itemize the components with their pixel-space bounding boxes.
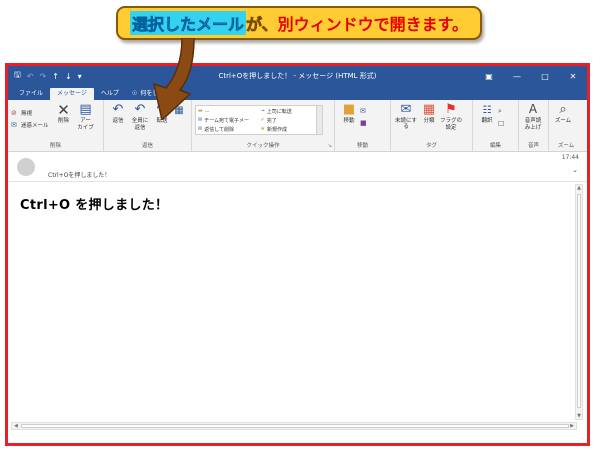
lightbulb-icon: ☉ <box>131 90 138 97</box>
instruction-callout: 選択したメール が、 別ウィンドウで開きます。 <box>116 6 482 40</box>
group-label-edit: 編集 <box>489 143 501 149</box>
archive-icon: ▤ <box>79 101 92 117</box>
forward-small-icon: → <box>260 108 265 114</box>
group-label-delete: 削除 <box>49 143 61 149</box>
message-header: Ctrl+Oを押しました！ 17:44 ⌄ <box>8 152 587 182</box>
select-icon[interactable]: ☐ <box>498 120 504 128</box>
translate-icon: ☷ <box>482 104 492 116</box>
scroll-up-icon[interactable]: ▲ <box>576 185 582 191</box>
chevron-down-icon[interactable]: ⌄ <box>572 166 578 174</box>
quick-step-create-new[interactable]: ★ 新規作成 <box>261 125 321 133</box>
dialog-launcher-icon[interactable]: ↘ <box>328 143 332 149</box>
check-icon: ✓ <box>260 117 265 123</box>
find-icon[interactable]: ⌕ <box>498 107 504 116</box>
pointer-arrow <box>152 38 195 120</box>
read-aloud-icon: A <box>528 102 538 117</box>
previous-item-icon[interactable]: ↑ <box>52 72 59 81</box>
junk-icon: ✉ <box>11 121 17 129</box>
group-label-tags: タグ <box>425 143 437 149</box>
group-move: ■ 移動 ✉ ■ 移動 <box>335 100 391 151</box>
group-edit: ☷ 翻訳 ⌕ ☐ 編集 <box>473 100 519 151</box>
group-zoom: ⌕ ズーム ズーム <box>549 100 583 151</box>
group-quick-steps: ▬... → 上司に転送 ✉ チーム宛て電子メー ✓ 完了 ✉ 返信して削除 ★ 新規作成… <box>192 100 335 151</box>
lightning-icon: ★ <box>260 126 265 132</box>
categorize-icon: ▦ <box>422 101 436 117</box>
message-subject: Ctrl+Oを押しました！ <box>48 172 111 179</box>
close-icon[interactable]: ✕ <box>559 72 587 81</box>
group-label-move: 移動 <box>356 143 368 149</box>
tab-message[interactable]: メッセージ <box>50 88 94 100</box>
redo-icon[interactable]: ↷ <box>40 72 47 81</box>
callout-red-text: 別ウィンドウで開きます。 <box>277 15 469 34</box>
hscroll-thumb[interactable] <box>21 424 569 428</box>
next-item-icon[interactable]: ↓ <box>65 72 72 81</box>
quick-step-done[interactable]: ✓ 完了 <box>261 116 321 124</box>
message-body-text: Ctrl+O を押しました！ <box>20 198 169 213</box>
group-delete: ⊘ 無視 ✉ 迷惑メール ✕ 削除 ▤ アー カイブ 削除 <box>8 100 104 151</box>
reply-icon: ↶ <box>112 101 124 117</box>
quick-steps-gallery: ▬... → 上司に転送 ✉ チーム宛て電子メー ✓ 完了 ✉ 返信して削除 ★ 新規作成 <box>195 105 323 135</box>
minimize-icon[interactable]: — <box>503 72 531 81</box>
ribbon-tabs: ファイル メッセージ ヘルプ ☉ 何をしますか <box>8 86 587 100</box>
group-label-respond: 返信 <box>141 143 153 149</box>
ribbon-display-icon[interactable]: ▣ <box>475 72 503 81</box>
save-icon[interactable]: 🖫 <box>14 69 21 83</box>
scroll-right-icon[interactable]: ▶ <box>570 423 574 430</box>
ignore-button[interactable]: ⊘ 無視 <box>11 109 49 117</box>
scroll-thumb[interactable] <box>577 194 581 408</box>
group-label-quick-steps: クイック操作 <box>246 143 280 149</box>
reply-delete-icon: ✉ <box>198 126 203 132</box>
tab-help[interactable]: ヘルプ <box>94 88 126 100</box>
ribbon: ⊘ 無視 ✉ 迷惑メール ✕ 削除 ▤ アー カイブ 削除 ↶ 返信 ↶ 全員に… <box>8 100 587 152</box>
magnifier-icon: ⌕ <box>559 101 567 117</box>
envelope-icon: ✉ <box>400 101 412 117</box>
maximize-icon[interactable]: □ <box>531 72 559 81</box>
message-time: 17:44 <box>561 154 579 161</box>
rules-icon[interactable]: ✉ <box>360 107 367 115</box>
quick-access-toolbar: 🖫 ↶ ↷ ↑ ↓ ▾ <box>8 69 118 83</box>
group-speech: A 音声読 み上げ 音声 <box>519 100 549 151</box>
scroll-left-icon[interactable]: ◀ <box>14 423 18 430</box>
quick-steps-scroll[interactable] <box>316 106 322 134</box>
reply-all-icon: ↶ <box>134 101 146 117</box>
title-bar: 🖫 ↶ ↷ ↑ ↓ ▾ Ctrl+Oを押しました！ - メッセージ (HTML … <box>8 66 587 86</box>
tab-file[interactable]: ファイル <box>12 88 50 100</box>
flag-icon: ⚑ <box>445 101 457 117</box>
group-label-zoom: ズーム <box>557 143 575 149</box>
onenote-icon[interactable]: ■ <box>360 119 367 127</box>
customize-qat-icon[interactable]: ▾ <box>78 72 82 81</box>
quick-step-reply-delete[interactable]: ✉ 返信して削除 <box>198 125 258 133</box>
message-window: 🖫 ↶ ↷ ↑ ↓ ▾ Ctrl+Oを押しました！ - メッセージ (HTML … <box>5 63 590 446</box>
message-body: Ctrl+O を押しました！ ▲ ▼ ◀ ▶ <box>8 182 587 433</box>
callout-highlight: 選択したメール <box>129 11 246 35</box>
ignore-icon: ⊘ <box>11 109 17 117</box>
vertical-scrollbar[interactable]: ▲ ▼ <box>575 184 583 420</box>
quick-step-to-manager[interactable]: → 上司に転送 <box>261 107 321 115</box>
horizontal-scrollbar[interactable]: ◀ ▶ <box>11 422 577 430</box>
window-controls: ▣ — □ ✕ <box>475 72 587 81</box>
move-folder-icon: ■ <box>342 101 356 117</box>
avatar <box>17 158 35 176</box>
delete-x-icon: ✕ <box>57 100 70 119</box>
scroll-down-icon[interactable]: ▼ <box>576 413 582 419</box>
undo-icon[interactable]: ↶ <box>27 72 34 81</box>
callout-middle: が、 <box>245 15 278 35</box>
group-tags: ✉ 未読にする ▦ 分類 ⚑ フラグの 設定 タグ <box>391 100 473 151</box>
group-label-speech: 音声 <box>527 143 539 149</box>
junk-button[interactable]: ✉ 迷惑メール <box>11 121 49 129</box>
